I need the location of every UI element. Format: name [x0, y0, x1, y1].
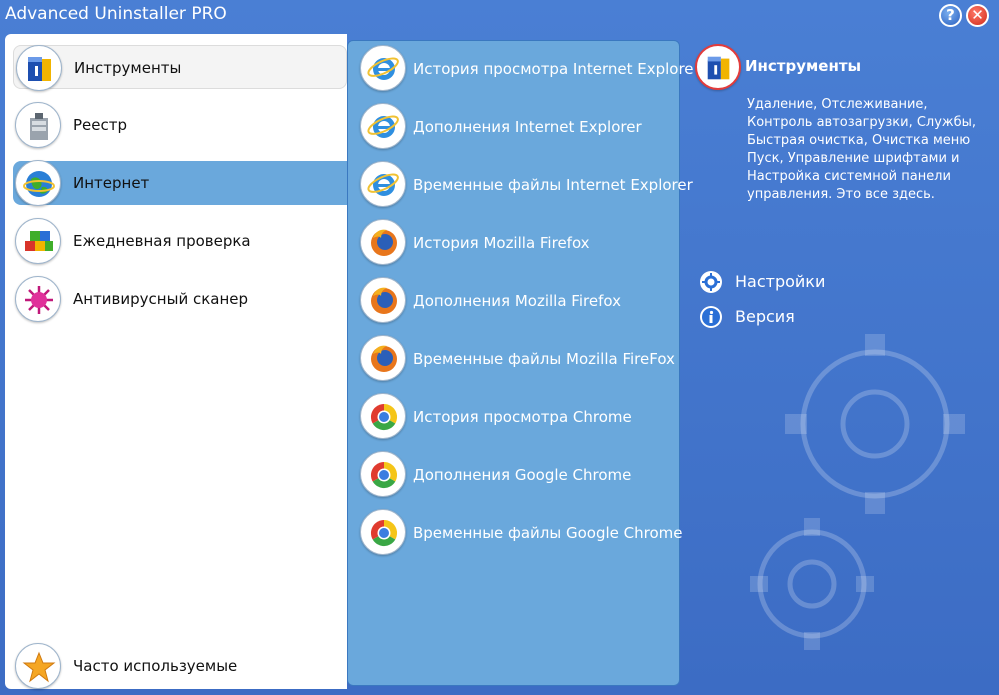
tool-item-label: Временные файлы Internet Explorer	[413, 176, 693, 194]
internet-globe-icon	[15, 160, 61, 206]
tool-item-label: История просмотра Internet Explore	[413, 60, 694, 78]
nav-item-label: Инструменты	[74, 59, 182, 77]
nav-item-label: Часто используемые	[73, 657, 238, 675]
internet-explorer-icon	[360, 103, 406, 149]
info-title: Инструменты	[745, 57, 862, 75]
tool-item-firefox-addons[interactable]: Дополнения Mozilla Firefox	[358, 276, 678, 324]
settings-link-label: Настройки	[735, 272, 826, 291]
title-bar: Advanced Uninstaller PRO ? ✕	[0, 0, 999, 32]
nav-item-label: Ежедневная проверка	[73, 232, 251, 250]
info-icon	[700, 306, 722, 328]
info-description: Удаление, Отслеживание, Контроль автозаг…	[747, 97, 977, 202]
window-title: Advanced Uninstaller PRO	[5, 4, 227, 24]
tools-icon	[16, 45, 62, 91]
tools-icon	[695, 44, 741, 90]
star-icon	[15, 643, 61, 689]
registry-icon	[15, 102, 61, 148]
chrome-icon	[360, 509, 406, 555]
daily-check-cubes-icon	[15, 218, 61, 264]
nav-item-label: Реестр	[73, 116, 128, 134]
gears-decoration	[750, 334, 965, 650]
tool-item-label: Дополнения Internet Explorer	[413, 118, 642, 136]
nav-item-label: Антивирусный сканер	[73, 290, 249, 308]
app-window: Advanced Uninstaller PRO ? ✕ Инструменты…	[0, 0, 999, 695]
internet-tools-list: История просмотра Internet Explore Допол…	[347, 40, 694, 686]
tool-item-firefox-history[interactable]: История Mozilla Firefox	[358, 218, 678, 266]
nav-item-frequently-used[interactable]: Часто используемые	[13, 643, 347, 689]
nav-item-tools[interactable]: Инструменты	[13, 45, 347, 91]
category-sidebar: Инструменты Реестр Интернет Ежедневная п…	[5, 34, 349, 689]
tool-item-ie-addons[interactable]: Дополнения Internet Explorer	[358, 102, 678, 150]
tool-item-label: Дополнения Google Chrome	[413, 466, 632, 484]
help-button[interactable]: ?	[939, 4, 962, 27]
firefox-icon	[360, 277, 406, 323]
nav-item-internet[interactable]: Интернет	[13, 160, 349, 206]
settings-icon	[700, 271, 722, 293]
chrome-icon	[360, 451, 406, 497]
tool-item-chrome-temp-files[interactable]: Временные файлы Google Chrome	[358, 508, 683, 556]
internet-explorer-icon	[360, 161, 406, 207]
firefox-icon	[360, 219, 406, 265]
tool-item-chrome-history[interactable]: История просмотра Chrome	[358, 392, 678, 440]
virus-icon	[15, 276, 61, 322]
nav-item-daily-check[interactable]: Ежедневная проверка	[13, 218, 347, 264]
tool-item-ie-history[interactable]: История просмотра Internet Explore	[358, 44, 694, 92]
info-panel: Инструменты Удаление, Отслеживание, Конт…	[690, 34, 995, 689]
nav-item-label: Интернет	[73, 174, 150, 192]
internet-explorer-icon	[360, 45, 406, 91]
tool-item-label: Временные файлы Mozilla FireFox	[413, 350, 675, 368]
tool-item-ie-temp-files[interactable]: Временные файлы Internet Explorer	[358, 160, 693, 208]
nav-item-antivirus[interactable]: Антивирусный сканер	[13, 276, 347, 322]
version-link-label: Версия	[735, 307, 795, 326]
tool-item-chrome-addons[interactable]: Дополнения Google Chrome	[358, 450, 678, 498]
firefox-icon	[360, 335, 406, 381]
tool-item-firefox-temp-files[interactable]: Временные файлы Mozilla FireFox	[358, 334, 678, 382]
tool-item-label: Временные файлы Google Chrome	[413, 524, 683, 542]
tool-item-label: История просмотра Chrome	[413, 408, 632, 426]
chrome-icon	[360, 393, 406, 439]
nav-item-registry[interactable]: Реестр	[13, 102, 347, 148]
close-button[interactable]: ✕	[966, 4, 989, 27]
tool-item-label: История Mozilla Firefox	[413, 234, 590, 252]
tool-item-label: Дополнения Mozilla Firefox	[413, 292, 621, 310]
